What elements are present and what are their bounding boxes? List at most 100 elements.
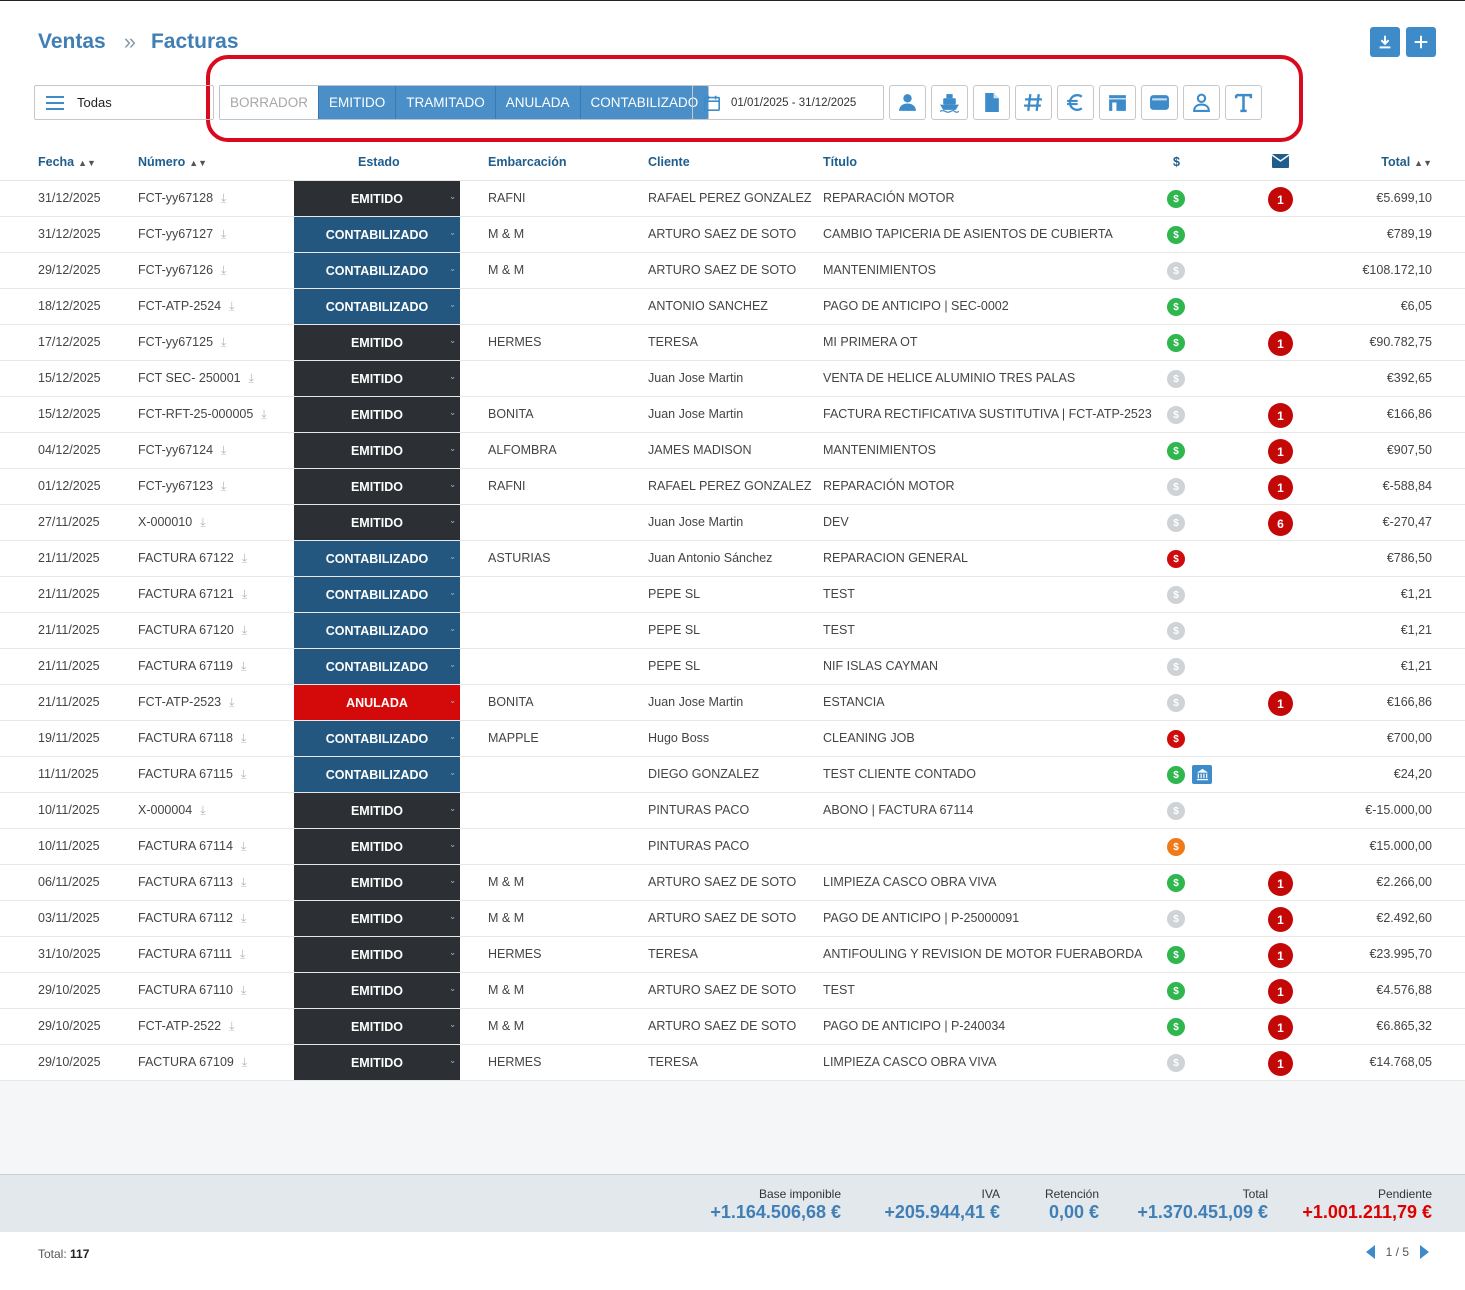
filter-user-button[interactable]	[1183, 85, 1220, 120]
download-icon[interactable]: ⤓	[261, 407, 266, 421]
payment-status-icon[interactable]: $	[1167, 226, 1185, 244]
status-dropdown[interactable]: CONTABILIZADO ⌄	[294, 649, 460, 684]
payment-status-icon[interactable]: $	[1167, 730, 1185, 748]
payment-status-icon[interactable]: $	[1167, 1018, 1185, 1036]
filter-store-button[interactable]	[1099, 85, 1136, 120]
payment-status-icon[interactable]: $	[1167, 334, 1185, 352]
filter-text-button[interactable]	[1225, 85, 1262, 120]
table-row[interactable]: 31/12/2025 FCT-yy67127 ⤓ CONTABILIZADO ⌄ M & …	[0, 217, 1465, 253]
download-icon[interactable]: ⤓	[241, 731, 246, 745]
status-dropdown[interactable]: CONTABILIZADO ⌄	[294, 541, 460, 576]
payment-status-icon[interactable]: $	[1167, 406, 1185, 424]
payment-status-icon[interactable]: $	[1167, 514, 1185, 532]
table-row[interactable]: 29/10/2025 FACTURA 67110 ⤓ EMITIDO ⌄ M & M ART…	[0, 973, 1465, 1009]
status-dropdown[interactable]: ANULADA ⌄	[294, 685, 460, 720]
col-fecha[interactable]: Fecha ▲▼	[38, 155, 96, 169]
table-row[interactable]: 21/11/2025 FACTURA 67121 ⤓ CONTABILIZADO ⌄ PE…	[0, 577, 1465, 613]
download-icon[interactable]: ⤓	[242, 623, 247, 637]
col-numero[interactable]: Número ▲▼	[138, 155, 207, 169]
payment-status-icon[interactable]: $	[1167, 550, 1185, 568]
payment-status-icon[interactable]: $	[1167, 694, 1185, 712]
status-dropdown[interactable]: CONTABILIZADO ⌄	[294, 217, 460, 252]
state-filter-tramitado[interactable]: TRAMITADO	[395, 86, 495, 119]
table-row[interactable]: 31/12/2025 FCT-yy67128 ⤓ EMITIDO ⌄ RAFNI RAFAE…	[0, 181, 1465, 217]
table-row[interactable]: 15/12/2025 FCT-RFT-25-000005 ⤓ EMITIDO ⌄ BONI…	[0, 397, 1465, 433]
mail-count-badge[interactable]: 1	[1268, 187, 1293, 212]
table-row[interactable]: 29/10/2025 FACTURA 67109 ⤓ EMITIDO ⌄ HERMES TE…	[0, 1045, 1465, 1081]
download-icon[interactable]: ⤓	[241, 911, 246, 925]
bank-icon[interactable]	[1192, 765, 1212, 784]
payment-status-icon[interactable]: $	[1167, 442, 1185, 460]
status-dropdown[interactable]: EMITIDO ⌄	[294, 1009, 460, 1044]
download-icon[interactable]: ⤓	[241, 839, 246, 853]
mail-count-badge[interactable]: 1	[1268, 943, 1293, 968]
status-dropdown[interactable]: EMITIDO ⌄	[294, 505, 460, 540]
download-icon[interactable]: ⤓	[240, 947, 245, 961]
mail-count-badge[interactable]: 6	[1268, 511, 1293, 536]
download-icon[interactable]: ⤓	[241, 875, 246, 889]
payment-status-icon[interactable]: $	[1167, 370, 1185, 388]
status-dropdown[interactable]: EMITIDO ⌄	[294, 901, 460, 936]
filter-number-button[interactable]	[1015, 85, 1052, 120]
download-icon[interactable]: ⤓	[200, 803, 205, 817]
download-icon[interactable]: ⤓	[221, 335, 226, 349]
status-dropdown[interactable]: CONTABILIZADO ⌄	[294, 721, 460, 756]
payment-status-icon[interactable]: $	[1167, 946, 1185, 964]
payment-status-icon[interactable]: $	[1167, 298, 1185, 316]
status-dropdown[interactable]: CONTABILIZADO ⌄	[294, 757, 460, 792]
download-icon[interactable]: ⤓	[229, 299, 234, 313]
status-dropdown[interactable]: CONTABILIZADO ⌄	[294, 577, 460, 612]
next-page-icon[interactable]	[1419, 1245, 1429, 1259]
table-row[interactable]: 17/12/2025 FCT-yy67125 ⤓ EMITIDO ⌄ HERMES TERE…	[0, 325, 1465, 361]
filter-amount-button[interactable]	[1057, 85, 1094, 120]
table-row[interactable]: 27/11/2025 X-000010 ⤓ EMITIDO ⌄ Juan Jose Mar…	[0, 505, 1465, 541]
payment-status-icon[interactable]: $	[1167, 838, 1185, 856]
breadcrumb-ventas[interactable]: Ventas	[38, 30, 106, 54]
download-icon[interactable]: ⤓	[242, 1055, 247, 1069]
mail-count-badge[interactable]: 1	[1268, 871, 1293, 896]
state-filter-borrador[interactable]: BORRADOR	[220, 86, 319, 119]
payment-status-icon[interactable]: $	[1167, 982, 1185, 1000]
download-icon[interactable]: ⤓	[221, 227, 226, 241]
mail-count-badge[interactable]: 1	[1268, 403, 1293, 428]
table-row[interactable]: 21/11/2025 FACTURA 67119 ⤓ CONTABILIZADO ⌄ PE…	[0, 649, 1465, 685]
status-dropdown[interactable]: EMITIDO ⌄	[294, 361, 460, 396]
filter-card-button[interactable]	[1141, 85, 1178, 120]
download-icon[interactable]: ⤓	[221, 479, 226, 493]
status-dropdown[interactable]: CONTABILIZADO ⌄	[294, 289, 460, 324]
mail-count-badge[interactable]: 1	[1268, 439, 1293, 464]
col-total[interactable]: Total ▲▼	[1381, 155, 1432, 169]
state-filter-contabilizado[interactable]: CONTABILIZADO	[579, 86, 709, 119]
mail-count-badge[interactable]: 1	[1268, 331, 1293, 356]
download-button[interactable]	[1370, 27, 1400, 57]
status-dropdown[interactable]: CONTABILIZADO ⌄	[294, 613, 460, 648]
status-dropdown[interactable]: EMITIDO ⌄	[294, 829, 460, 864]
filter-boat-button[interactable]	[931, 85, 968, 120]
mail-count-badge[interactable]: 1	[1268, 1015, 1293, 1040]
status-dropdown[interactable]: EMITIDO ⌄	[294, 865, 460, 900]
table-row[interactable]: 29/12/2025 FCT-yy67126 ⤓ CONTABILIZADO ⌄ M & …	[0, 253, 1465, 289]
table-row[interactable]: 19/11/2025 FACTURA 67118 ⤓ CONTABILIZADO ⌄ MA…	[0, 721, 1465, 757]
payment-status-icon[interactable]: $	[1167, 478, 1185, 496]
status-dropdown[interactable]: EMITIDO ⌄	[294, 469, 460, 504]
table-row[interactable]: 31/10/2025 FACTURA 67111 ⤓ EMITIDO ⌄ HERMES TE…	[0, 937, 1465, 973]
mail-count-badge[interactable]: 1	[1268, 691, 1293, 716]
status-dropdown[interactable]: EMITIDO ⌄	[294, 433, 460, 468]
status-dropdown[interactable]: EMITIDO ⌄	[294, 325, 460, 360]
payment-status-icon[interactable]: $	[1167, 262, 1185, 280]
payment-status-icon[interactable]: $	[1167, 766, 1185, 784]
add-invoice-button[interactable]	[1406, 27, 1436, 57]
payment-status-icon[interactable]: $	[1167, 1054, 1185, 1072]
table-row[interactable]: 18/12/2025 FCT-ATP-2524 ⤓ CONTABILIZADO ⌄ ANT…	[0, 289, 1465, 325]
mail-count-badge[interactable]: 1	[1268, 475, 1293, 500]
payment-status-icon[interactable]: $	[1167, 586, 1185, 604]
status-dropdown[interactable]: EMITIDO ⌄	[294, 1045, 460, 1080]
table-row[interactable]: 10/11/2025 FACTURA 67114 ⤓ EMITIDO ⌄ PINTURAS…	[0, 829, 1465, 865]
payment-status-icon[interactable]: $	[1167, 910, 1185, 928]
payment-status-icon[interactable]: $	[1167, 622, 1185, 640]
download-icon[interactable]: ⤓	[229, 695, 234, 709]
filter-document-button[interactable]	[973, 85, 1010, 120]
download-icon[interactable]: ⤓	[242, 587, 247, 601]
status-dropdown[interactable]: EMITIDO ⌄	[294, 181, 460, 216]
table-row[interactable]: 06/11/2025 FACTURA 67113 ⤓ EMITIDO ⌄ M & M ART…	[0, 865, 1465, 901]
